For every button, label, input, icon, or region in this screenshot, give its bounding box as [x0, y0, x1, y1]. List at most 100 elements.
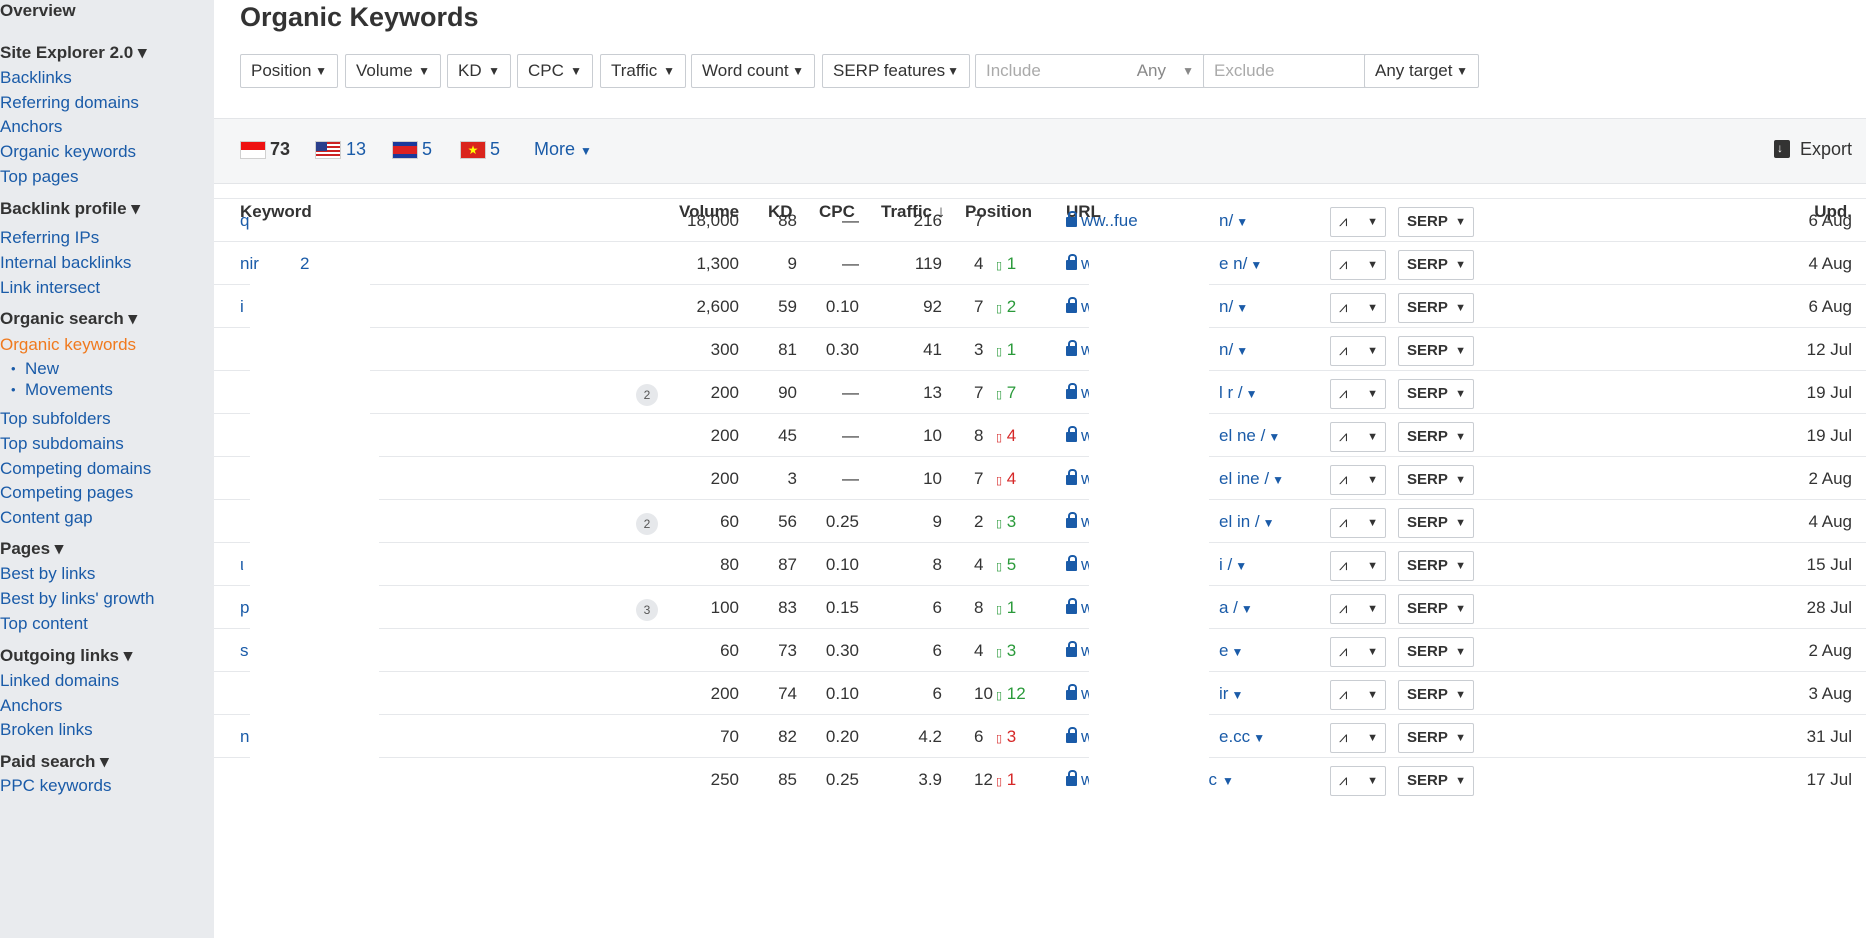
more-countries-link[interactable]: More ▼ [534, 139, 592, 160]
sidebar-item-outgoing-links[interactable]: Outgoing links ▾ [0, 646, 132, 666]
sidebar-item-anchors[interactable]: Anchors [0, 117, 62, 137]
url-link-tail[interactable]: el in / ▼ [1219, 512, 1275, 532]
url-link-tail[interactable]: e ▼ [1219, 641, 1243, 661]
sidebar-item-top-subdomains[interactable]: Top subdomains [0, 434, 124, 454]
sidebar-item-overview[interactable]: Overview [0, 1, 76, 21]
serp-button[interactable]: SERP ▼ [1398, 723, 1474, 753]
sidebar-item-top-subfolders[interactable]: Top subfolders [0, 409, 111, 429]
url-link-tail[interactable]: e.cc ▼ [1219, 727, 1265, 747]
serp-button[interactable]: SERP ▼ [1398, 680, 1474, 710]
trend-chart-button[interactable]: ⩘ ▼ [1330, 551, 1386, 581]
sidebar-item-competing-pages[interactable]: Competing pages [0, 483, 133, 503]
sidebar-item-linked-domains[interactable]: Linked domains [0, 671, 119, 691]
export-button[interactable]: Export [1773, 139, 1852, 160]
url-link-tail[interactable]: a / ▼ [1219, 598, 1253, 618]
country-count-indonesia[interactable]: 73 [270, 139, 290, 160]
keyword-link-part[interactable]: 2 [300, 254, 309, 274]
serp-button[interactable]: SERP ▼ [1398, 422, 1474, 452]
url-link-tail[interactable]: l r / ▼ [1219, 383, 1258, 403]
serp-button[interactable]: SERP ▼ [1398, 594, 1474, 624]
position-filter[interactable]: Position ▼ [240, 54, 338, 88]
url-link-tail[interactable]: ▼ [1219, 770, 1234, 790]
sidebar-item-competing-domains[interactable]: Competing domains [0, 459, 151, 479]
traffic-filter[interactable]: Traffic ▼ [600, 54, 686, 88]
keyword-link[interactable]: nir [240, 254, 259, 274]
sidebar-item-organic-search[interactable]: Organic search ▾ [0, 309, 137, 329]
keyword-link[interactable]: p [240, 598, 249, 618]
trend-chart-button[interactable]: ⩘ ▼ [1330, 250, 1386, 280]
country-count-cambodia[interactable]: 5 [422, 139, 432, 160]
url-link-tail[interactable]: ir ▼ [1219, 684, 1243, 704]
cambodia-flag-icon[interactable] [392, 141, 418, 159]
sidebar-item-organic-keywords[interactable]: Organic keywords [0, 142, 136, 162]
serp-button[interactable]: SERP ▼ [1398, 293, 1474, 323]
trend-chart-button[interactable]: ⩘ ▼ [1330, 680, 1386, 710]
sidebar-item-organic-keywords[interactable]: Organic keywords [0, 335, 136, 355]
serp-button[interactable]: SERP ▼ [1398, 379, 1474, 409]
vietnam-flag-icon[interactable]: ★ [460, 141, 486, 159]
trend-chart-button[interactable]: ⩘ ▼ [1330, 637, 1386, 667]
trend-chart-button[interactable]: ⩘ ▼ [1330, 508, 1386, 538]
sidebar-item-top-content[interactable]: Top content [0, 614, 88, 634]
sidebar-item-movements[interactable]: Movements [11, 380, 113, 400]
url-link-tail[interactable]: i / ▼ [1219, 555, 1247, 575]
serp-button[interactable]: SERP ▼ [1398, 508, 1474, 538]
sidebar-item-site-explorer-2-0[interactable]: Site Explorer 2.0 ▾ [0, 43, 146, 63]
serp-count-badge[interactable]: 3 [636, 599, 658, 621]
serp-button[interactable]: SERP ▼ [1398, 336, 1474, 366]
sidebar-item-new[interactable]: New [11, 359, 59, 379]
url-link-tail[interactable]: n/▼ [1219, 297, 1248, 317]
country-count-vietnam[interactable]: 5 [490, 139, 500, 160]
serp-button[interactable]: SERP ▼ [1398, 465, 1474, 495]
sidebar-item-best-by-links-growth[interactable]: Best by links' growth [0, 589, 154, 609]
keyword-link[interactable]: s [240, 641, 249, 661]
url-link-tail[interactable]: el ine / ▼ [1219, 469, 1284, 489]
sidebar-item-anchors[interactable]: Anchors [0, 696, 62, 716]
sidebar-item-backlinks[interactable]: Backlinks [0, 68, 72, 88]
sidebar-item-best-by-links[interactable]: Best by links [0, 564, 95, 584]
usa-flag-icon[interactable] [315, 141, 341, 159]
serp-button[interactable]: SERP ▼ [1398, 551, 1474, 581]
trend-chart-button[interactable]: ⩘ ▼ [1330, 207, 1386, 237]
trend-chart-button[interactable]: ⩘ ▼ [1330, 293, 1386, 323]
word-count-filter[interactable]: Word count ▼ [691, 54, 815, 88]
sidebar-item-ppc-keywords[interactable]: PPC keywords [0, 776, 111, 796]
sidebar-item-pages[interactable]: Pages ▾ [0, 539, 63, 559]
url-link[interactable]: ww..fue [1066, 211, 1138, 231]
url-link-tail[interactable]: e n/▼ [1219, 254, 1262, 274]
keyword-link[interactable]: i [240, 297, 244, 317]
keyword-link[interactable]: q [240, 211, 249, 231]
trend-chart-button[interactable]: ⩘ ▼ [1330, 723, 1386, 753]
exclude-input[interactable]: Exclude [1203, 54, 1367, 88]
include-input[interactable]: Include Any ▼ [975, 54, 1205, 88]
trend-chart-button[interactable]: ⩘ ▼ [1330, 465, 1386, 495]
url-link-tail[interactable]: n/▼ [1219, 340, 1248, 360]
sidebar-item-backlink-profile[interactable]: Backlink profile ▾ [0, 199, 140, 219]
keyword-link[interactable]: ι [240, 555, 244, 575]
trend-chart-button[interactable]: ⩘ ▼ [1330, 766, 1386, 796]
serp-button[interactable]: SERP ▼ [1398, 766, 1474, 796]
trend-chart-button[interactable]: ⩘ ▼ [1330, 379, 1386, 409]
any-select[interactable]: Any [1137, 55, 1166, 87]
kd-filter[interactable]: KD ▼ [447, 54, 511, 88]
volume-filter[interactable]: Volume ▼ [345, 54, 441, 88]
serp-count-badge[interactable]: 2 [636, 513, 658, 535]
country-count-usa[interactable]: 13 [346, 139, 366, 160]
cpc-filter[interactable]: CPC ▼ [517, 54, 593, 88]
serp-button[interactable]: SERP ▼ [1398, 207, 1474, 237]
indonesia-flag-icon[interactable] [240, 141, 266, 159]
serp-button[interactable]: SERP ▼ [1398, 637, 1474, 667]
url-link-tail[interactable]: el ne / ▼ [1219, 426, 1280, 446]
serp-button[interactable]: SERP ▼ [1398, 250, 1474, 280]
sidebar-item-broken-links[interactable]: Broken links [0, 720, 93, 740]
sidebar-item-link-intersect[interactable]: Link intersect [0, 278, 100, 298]
serp-features-filter[interactable]: SERP features ▼ [822, 54, 970, 88]
serp-count-badge[interactable]: 2 [636, 384, 658, 406]
url-link-tail[interactable]: n/▼ [1219, 211, 1248, 231]
sidebar-item-referring-domains[interactable]: Referring domains [0, 93, 139, 113]
trend-chart-button[interactable]: ⩘ ▼ [1330, 594, 1386, 624]
target-select[interactable]: Any target ▼ [1364, 54, 1479, 88]
sidebar-item-content-gap[interactable]: Content gap [0, 508, 93, 528]
trend-chart-button[interactable]: ⩘ ▼ [1330, 336, 1386, 366]
sidebar-item-top-pages[interactable]: Top pages [0, 167, 78, 187]
